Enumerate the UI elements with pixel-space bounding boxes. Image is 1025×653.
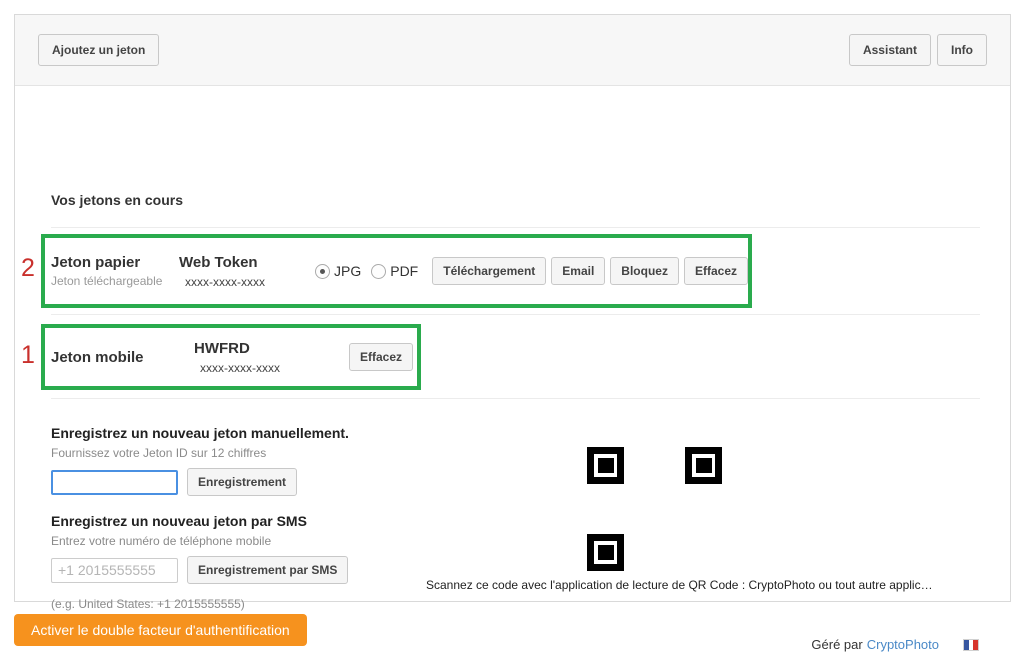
divider: [51, 398, 980, 399]
qr-finder-pattern-top-left: [587, 447, 624, 484]
sms-registration-hint: Entrez votre numéro de téléphone mobile: [51, 534, 348, 548]
french-flag-icon[interactable]: [963, 639, 979, 651]
sms-registration-section: Enregistrez un nouveau jeton par SMS Ent…: [51, 513, 348, 611]
sms-registration-title: Enregistrez un nouveau jeton par SMS: [51, 513, 348, 529]
divider: [51, 227, 980, 228]
paper-token-row: Jeton papier Jeton téléchargeable Web To…: [41, 234, 752, 308]
pdf-radio[interactable]: [371, 264, 386, 279]
cryptophoto-link[interactable]: CryptoPhoto: [867, 637, 939, 652]
paper-token-subtitle: Jeton téléchargeable: [51, 274, 179, 288]
panel-body: Vos jetons en cours 2 Jeton papier Jeton…: [15, 86, 1010, 602]
qr-finder-pattern-bottom-left: [587, 534, 624, 571]
jpg-radio[interactable]: [315, 264, 330, 279]
manual-registration-section: Enregistrez un nouveau jeton manuellemen…: [51, 425, 349, 496]
manual-registration-title: Enregistrez un nouveau jeton manuellemen…: [51, 425, 349, 441]
block-button[interactable]: Bloquez: [610, 257, 679, 285]
phone-number-input[interactable]: [51, 558, 178, 583]
current-tokens-title: Vos jetons en cours: [51, 192, 183, 208]
mobile-token-name: Jeton mobile: [51, 349, 194, 366]
managed-by-text: Géré par: [811, 637, 862, 652]
assistant-button[interactable]: Assistant: [849, 34, 931, 66]
panel-header: Ajoutez un jeton Assistant Info: [15, 15, 1010, 86]
header-button-group: Assistant Info: [849, 34, 987, 66]
register-button[interactable]: Enregistrement: [187, 468, 297, 496]
annotation-marker-1: 1: [21, 343, 35, 368]
panel-footer: Géré par CryptoPhoto: [811, 637, 979, 652]
paper-token-id: xxxx-xxxx-xxxx: [179, 275, 315, 289]
delete-paper-button[interactable]: Effacez: [684, 257, 748, 285]
email-button[interactable]: Email: [551, 257, 605, 285]
paper-token-label: Web Token: [179, 254, 315, 271]
divider: [51, 314, 980, 315]
delete-mobile-button[interactable]: Effacez: [349, 343, 413, 371]
token-id-input[interactable]: [51, 470, 178, 495]
qr-finder-pattern-top-right: [685, 447, 722, 484]
mobile-token-label: HWFRD: [194, 340, 341, 357]
annotation-marker-2: 2: [21, 256, 35, 281]
pdf-radio-label[interactable]: PDF: [390, 263, 418, 279]
register-sms-button[interactable]: Enregistrement par SMS: [187, 556, 348, 584]
token-management-panel: Ajoutez un jeton Assistant Info Vos jeto…: [14, 14, 1011, 602]
jpg-radio-label[interactable]: JPG: [334, 263, 361, 279]
activate-2fa-button[interactable]: Activer le double facteur d'authentifica…: [14, 614, 307, 646]
qr-caption: Scannez ce code avec l'application de le…: [426, 578, 933, 592]
phone-example-text: (e.g. United States: +1 2015555555): [51, 597, 348, 611]
manual-registration-hint: Fournissez votre Jeton ID sur 12 chiffre…: [51, 446, 349, 460]
info-button[interactable]: Info: [937, 34, 987, 66]
paper-token-name: Jeton papier: [51, 254, 179, 271]
mobile-token-row: Jeton mobile HWFRD xxxx-xxxx-xxxx Efface…: [41, 324, 421, 390]
download-button[interactable]: Téléchargement: [432, 257, 546, 285]
mobile-token-id: xxxx-xxxx-xxxx: [194, 361, 341, 375]
add-token-button[interactable]: Ajoutez un jeton: [38, 34, 159, 66]
